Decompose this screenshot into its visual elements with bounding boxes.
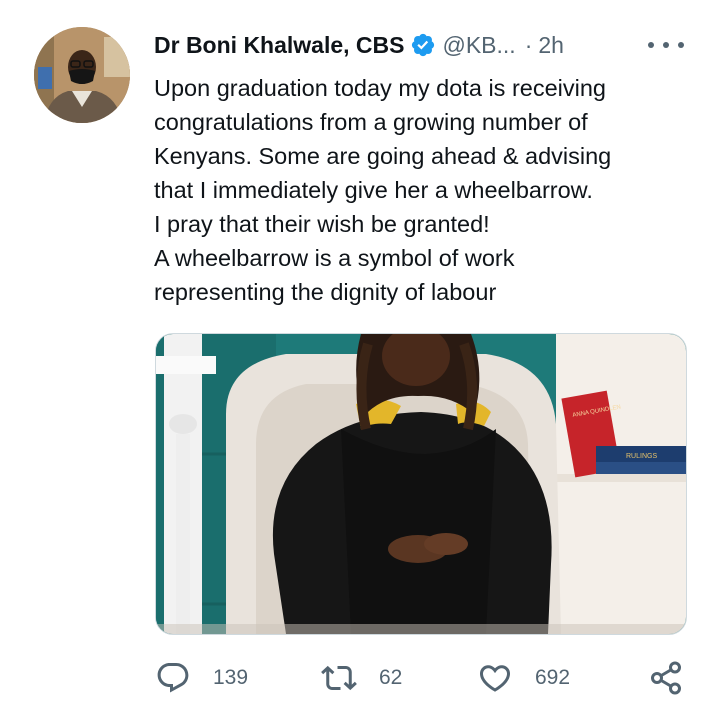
tweet-timestamp[interactable]: 2h (538, 32, 564, 59)
graduation-photo: ANNA QUINDLEN RULINGS (156, 334, 686, 634)
tweet-text: Upon graduation today my dota is receivi… (154, 71, 694, 309)
reply-button[interactable]: 139 (155, 658, 248, 698)
more-horizontal-icon[interactable] (648, 31, 684, 59)
tweet-text-line: A wheelbarrow is a symbol of work (154, 245, 515, 271)
avatar[interactable] (34, 27, 130, 123)
tweet-text-line: Upon graduation today my dota is receivi… (154, 75, 606, 101)
tweet-text-line: I pray that their wish be granted! (154, 211, 490, 237)
heart-icon (477, 660, 513, 696)
tweet-text-line: congratulations from a growing number of (154, 109, 588, 135)
author-display-name[interactable]: Dr Boni Khalwale, CBS (154, 32, 404, 59)
book-spine-label: RULINGS (626, 453, 657, 460)
tweet[interactable]: Dr Boni Khalwale, CBS @KB... · 2h Upon g… (0, 0, 720, 722)
retweet-button[interactable]: 62 (321, 658, 402, 698)
like-count: 692 (535, 666, 571, 689)
separator-dot: · (524, 31, 533, 58)
retweet-icon (321, 660, 357, 696)
like-button[interactable]: 692 (477, 658, 570, 698)
tweet-text-line: that I immediately give her a wheelbarro… (154, 177, 593, 203)
tweet-text-line: representing the dignity of labour (154, 279, 497, 305)
verified-badge-icon (410, 32, 436, 58)
author-handle[interactable]: @KB... (442, 32, 515, 59)
reply-count: 139 (213, 666, 249, 689)
share-icon (648, 660, 684, 696)
reply-icon (155, 660, 191, 696)
tweet-media-photo[interactable]: ANNA QUINDLEN RULINGS (155, 333, 687, 635)
tweet-text-line: Kenyans. Some are going ahead & advising (154, 143, 612, 169)
tweet-actions: 139 62 692 (155, 658, 690, 698)
avatar-photo (34, 27, 130, 123)
tweet-header: Dr Boni Khalwale, CBS @KB... · 2h (154, 28, 564, 62)
retweet-count: 62 (379, 666, 403, 689)
share-button[interactable] (648, 658, 684, 698)
